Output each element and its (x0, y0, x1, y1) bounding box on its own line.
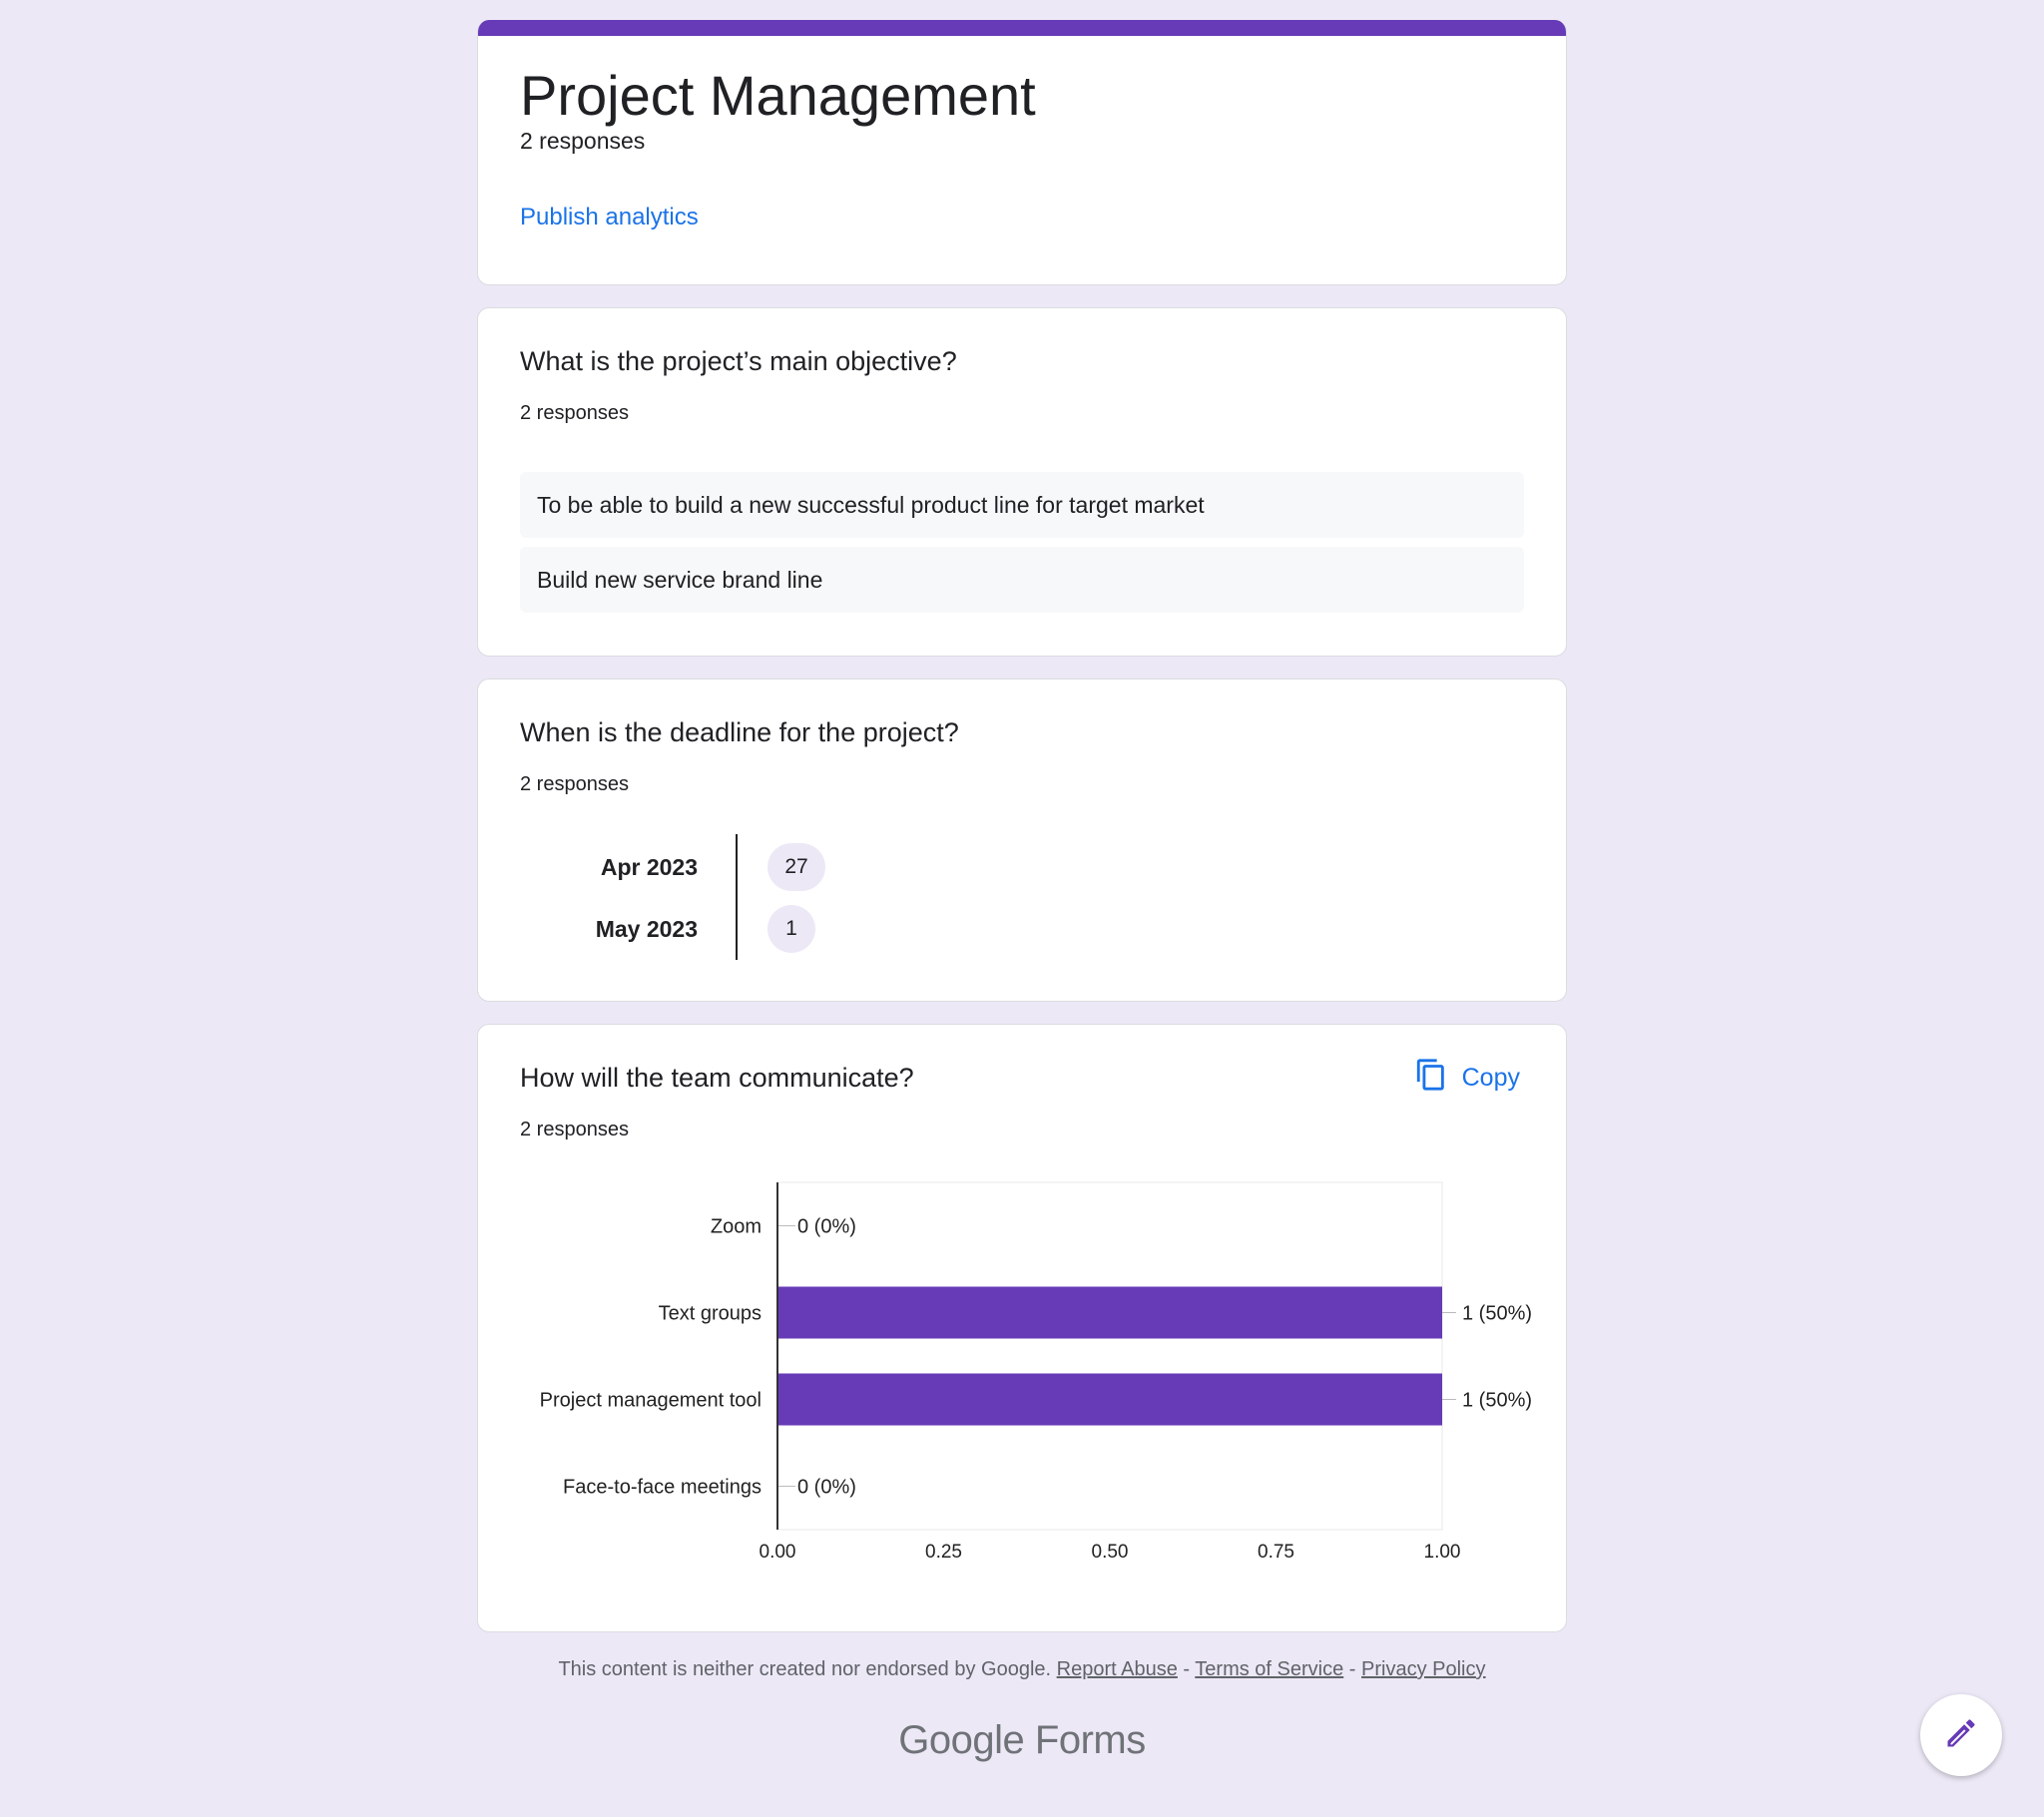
data-label: 1 (50%) (1462, 1390, 1532, 1412)
category-label: Face-to-face meetings (563, 1477, 762, 1499)
date-day-chip: 27 (767, 843, 825, 891)
category-label: Project management tool (540, 1390, 762, 1412)
bar (777, 1286, 1442, 1339)
publish-analytics-link[interactable]: Publish analytics (520, 204, 699, 231)
report-abuse-link[interactable]: Report Abuse (1057, 1658, 1178, 1680)
brand-google: Google (898, 1718, 1025, 1762)
terms-of-service-link[interactable]: Terms of Service (1195, 1658, 1343, 1680)
x-tick-label: 0.25 (925, 1542, 962, 1563)
bar (777, 1373, 1442, 1426)
footer-disclaimer: This content is neither created nor endo… (558, 1658, 1052, 1680)
form-response-count: 2 responses (520, 128, 646, 154)
communication-bar-chart: Zoom 0 (0%) Text groups 1 (50%) Project mana… (540, 1181, 1532, 1563)
question-card-deadline: When is the deadline for the project? 2 … (477, 679, 1567, 1002)
question-card-communication: How will the team communicate? 2 respons… (477, 1024, 1567, 1632)
x-tick-label: 0.00 (760, 1542, 796, 1563)
date-month-label: May 2023 (595, 916, 698, 942)
question-response-count: 2 responses (520, 773, 629, 795)
footer-notice: This content is neither created nor endo… (0, 1658, 2044, 1681)
date-day-chip: 1 (767, 905, 815, 953)
date-row: Apr 2023 27 (520, 839, 1019, 895)
footer-separator: - (1183, 1658, 1191, 1680)
privacy-policy-link[interactable]: Privacy Policy (1361, 1658, 1485, 1680)
date-month-label: Apr 2023 (600, 854, 698, 880)
pencil-icon (1943, 1715, 1979, 1756)
question-title: When is the deadline for the project? (520, 717, 959, 747)
x-tick-label: 0.75 (1258, 1542, 1294, 1563)
data-label: 0 (0%) (797, 1477, 856, 1499)
footer-separator: - (1348, 1658, 1356, 1680)
category-label: Zoom (711, 1216, 762, 1238)
form-header-card: Project Management 2 responses Publish a… (477, 20, 1567, 285)
plot-frame (776, 1181, 1443, 1531)
form-title: Project Management (520, 64, 1036, 127)
data-label: 0 (0%) (797, 1216, 856, 1238)
header-accent-bar (478, 20, 1566, 36)
question-title: What is the project’s main objective? (520, 346, 957, 376)
brand-forms: Forms (1034, 1718, 1146, 1762)
date-row: May 2023 1 (520, 901, 1019, 957)
category-label: Text groups (659, 1303, 762, 1325)
form-summary-column: Project Management 2 responses Publish a… (477, 20, 1567, 1654)
question-response-count: 2 responses (520, 402, 629, 424)
x-tick-label: 1.00 (1424, 1542, 1461, 1563)
answer-item: Build new service brand line (520, 547, 1524, 613)
edit-form-button[interactable] (1920, 1694, 2002, 1776)
x-tick-label: 0.50 (1092, 1542, 1129, 1563)
answer-item: To be able to build a new successful pro… (520, 472, 1524, 538)
question-card-objective: What is the project’s main objective? 2 … (477, 307, 1567, 657)
google-forms-logo: Google Forms (0, 1718, 2044, 1763)
data-label: 1 (50%) (1462, 1303, 1532, 1325)
